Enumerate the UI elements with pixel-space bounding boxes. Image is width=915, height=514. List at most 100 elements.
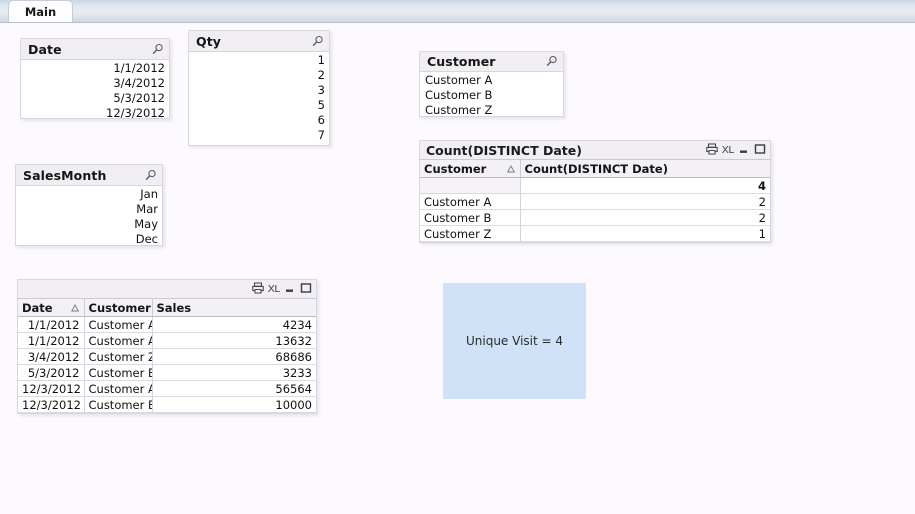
table-header-row: Customer Count(DISTINCT Date) xyxy=(420,160,770,178)
minimize-icon[interactable] xyxy=(738,143,750,158)
excel-export-icon[interactable]: XL xyxy=(722,144,735,156)
cell-customer[interactable]: Customer A xyxy=(84,316,153,333)
text-object-unique-visit[interactable]: Unique Visit = 4 xyxy=(443,283,586,399)
listbox-item[interactable]: 3/4/2012 xyxy=(21,76,169,91)
maximize-icon[interactable] xyxy=(300,282,312,297)
cell-date[interactable]: 1/1/2012 xyxy=(18,316,85,333)
total-value: 4 xyxy=(520,177,770,194)
cell-customer[interactable]: Customer A xyxy=(84,380,153,397)
excel-export-icon[interactable]: XL xyxy=(268,283,281,295)
tab-main-label: Main xyxy=(24,4,57,19)
table-row[interactable]: 5/3/2012 Customer B 3233 xyxy=(18,364,316,381)
listbox-item[interactable]: Jan xyxy=(16,187,162,202)
cell-sales[interactable]: 3233 xyxy=(152,364,316,381)
table-row[interactable]: Customer B 2 xyxy=(420,209,770,226)
table-header-row: Date Customer Sales xyxy=(18,299,316,317)
listbox-item[interactable]: 12/3/2012 xyxy=(21,106,169,118)
magnifier-icon[interactable] xyxy=(545,55,558,68)
column-header-sales[interactable]: Sales xyxy=(152,299,316,317)
total-label xyxy=(420,177,521,194)
listbox-customer-body[interactable]: Customer A Customer B Customer Z xyxy=(419,71,564,117)
listbox-salesmonth[interactable]: SalesMonth Jan Mar May Dec xyxy=(15,164,163,246)
listbox-item[interactable]: 1 xyxy=(189,53,329,68)
table-sales-caption: XL xyxy=(17,279,317,298)
table-sales-body: Date Customer Sales 1/1/2012 Customer A … xyxy=(18,299,316,413)
listbox-item[interactable]: Customer B xyxy=(420,88,563,103)
listbox-salesmonth-body[interactable]: Jan Mar May Dec xyxy=(15,185,163,246)
listbox-salesmonth-caption: SalesMonth xyxy=(15,164,163,185)
table-row[interactable]: 1/1/2012 Customer A 4234 xyxy=(18,316,316,333)
cell-customer[interactable]: Customer A xyxy=(84,332,153,349)
listbox-item[interactable]: 5/3/2012 xyxy=(21,91,169,106)
cell-customer[interactable]: Customer A xyxy=(420,193,521,210)
listbox-item[interactable]: Dec xyxy=(16,232,162,245)
cell-sales[interactable]: 4234 xyxy=(152,316,316,333)
table-row[interactable]: Customer A 2 xyxy=(420,193,770,210)
listbox-salesmonth-title: SalesMonth xyxy=(23,167,107,183)
listbox-customer[interactable]: Customer Customer A Customer B Customer … xyxy=(419,51,564,117)
table-count-title: Count(DISTINCT Date) xyxy=(426,142,582,158)
cell-sales[interactable]: 56564 xyxy=(152,380,316,397)
listbox-item[interactable]: May xyxy=(16,217,162,232)
maximize-icon[interactable] xyxy=(754,143,766,158)
cell-customer[interactable]: Customer Z xyxy=(84,348,153,365)
listbox-item[interactable]: 1/1/2012 xyxy=(21,61,169,76)
cell-date[interactable]: 12/3/2012 xyxy=(18,396,85,413)
cell-customer[interactable]: Customer B xyxy=(84,364,153,381)
cell-customer[interactable]: Customer B xyxy=(420,209,521,226)
cell-sales[interactable]: 68686 xyxy=(152,348,316,365)
listbox-item[interactable]: 2 xyxy=(189,68,329,83)
table-count-body: Customer Count(DISTINCT Date) 4 Customer… xyxy=(420,160,770,242)
listbox-item[interactable]: 5 xyxy=(189,98,329,113)
magnifier-icon[interactable] xyxy=(144,169,157,182)
tab-main[interactable]: Main xyxy=(8,0,73,22)
cell-date[interactable]: 5/3/2012 xyxy=(18,364,85,381)
listbox-item[interactable]: Customer Z xyxy=(420,103,563,116)
listbox-customer-title: Customer xyxy=(427,54,496,69)
listbox-item[interactable]: 3 xyxy=(189,83,329,98)
listbox-item[interactable]: 7 xyxy=(189,128,329,143)
listbox-qty[interactable]: Qty 1 2 3 5 6 7 xyxy=(188,30,330,146)
cell-customer[interactable]: Customer B xyxy=(84,396,153,413)
cell-date[interactable]: 12/3/2012 xyxy=(18,380,85,397)
table-sales-detail[interactable]: XL Date Customer Sales 1/1/2012 Customer… xyxy=(17,279,317,414)
cell-sales[interactable]: 13632 xyxy=(152,332,316,349)
sort-ascending-icon xyxy=(506,164,515,172)
table-total-row: 4 xyxy=(420,177,770,194)
cell-customer[interactable]: Customer Z xyxy=(420,225,521,242)
table-sales-grid[interactable]: Date Customer Sales 1/1/2012 Customer A … xyxy=(17,298,317,414)
table-row[interactable]: 12/3/2012 Customer A 56564 xyxy=(18,380,316,397)
magnifier-icon[interactable] xyxy=(311,35,324,48)
listbox-date[interactable]: Date 1/1/2012 3/4/2012 5/3/2012 12/3/201… xyxy=(20,38,170,119)
table-row[interactable]: 3/4/2012 Customer Z 68686 xyxy=(18,348,316,365)
print-icon[interactable] xyxy=(706,143,718,158)
table-count-distinct-date[interactable]: Count(DISTINCT Date) XL Customer Count(D… xyxy=(419,140,771,243)
table-count-caption: Count(DISTINCT Date) XL xyxy=(419,140,771,159)
cell-date[interactable]: 3/4/2012 xyxy=(18,348,85,365)
cell-count[interactable]: 1 xyxy=(520,225,770,242)
listbox-date-caption: Date xyxy=(20,38,170,59)
table-row[interactable]: Customer Z 1 xyxy=(420,225,770,242)
cell-count[interactable]: 2 xyxy=(520,209,770,226)
table-row[interactable]: 1/1/2012 Customer A 13632 xyxy=(18,332,316,349)
text-object-label: Unique Visit = 4 xyxy=(465,334,564,348)
print-icon[interactable] xyxy=(252,282,264,297)
column-header-customer[interactable]: Customer xyxy=(420,160,521,178)
sort-ascending-icon xyxy=(70,303,79,311)
listbox-date-body[interactable]: 1/1/2012 3/4/2012 5/3/2012 12/3/2012 xyxy=(20,59,170,119)
listbox-item[interactable]: Customer A xyxy=(420,73,563,88)
column-header-customer[interactable]: Customer xyxy=(84,299,153,317)
cell-date[interactable]: 1/1/2012 xyxy=(18,332,85,349)
cell-sales[interactable]: 10000 xyxy=(152,396,316,413)
column-header-date[interactable]: Date xyxy=(18,299,85,317)
listbox-item[interactable]: Mar xyxy=(16,202,162,217)
table-row[interactable]: 12/3/2012 Customer B 10000 xyxy=(18,396,316,413)
cell-count[interactable]: 2 xyxy=(520,193,770,210)
minimize-icon[interactable] xyxy=(284,282,296,297)
magnifier-icon[interactable] xyxy=(151,43,164,56)
column-header-count[interactable]: Count(DISTINCT Date) xyxy=(520,160,770,178)
table-count-grid[interactable]: Customer Count(DISTINCT Date) 4 Customer… xyxy=(419,159,771,243)
listbox-item[interactable]: 6 xyxy=(189,113,329,128)
sheet-tab-strip: Main xyxy=(0,0,915,23)
listbox-qty-body[interactable]: 1 2 3 5 6 7 xyxy=(188,51,330,146)
